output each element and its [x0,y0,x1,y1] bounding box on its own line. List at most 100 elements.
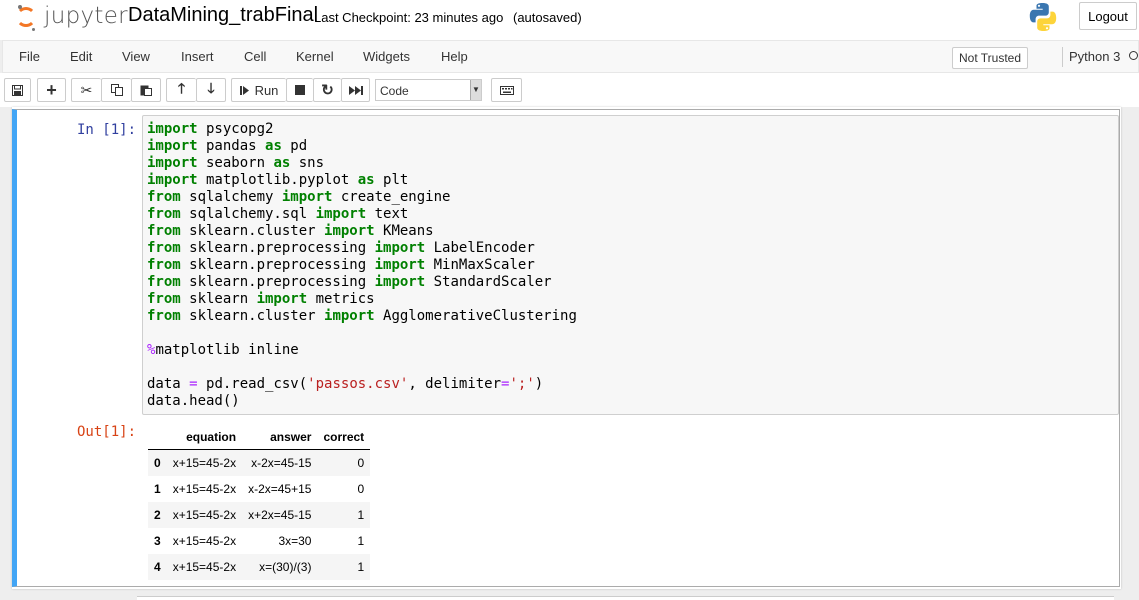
code-token: import [374,240,426,256]
menu-help[interactable]: Help [441,49,468,64]
next-cell-edge[interactable] [137,596,1114,600]
kernel-name: Python 3 [1069,49,1121,64]
plus-icon: + [46,80,57,100]
table-row: 3 x+15=45-2x 3x=30 1 [148,528,370,554]
cell-type-value: Code [380,84,409,98]
code-token: ';' [509,376,535,392]
notebook-container: In [1]: import psycopg2 import pandas as… [0,107,1139,599]
run-button[interactable]: Run [231,78,286,102]
code-line: from sklearn.preprocessing import Standa… [147,274,552,290]
code-line: %matplotlib inline [147,342,299,358]
cell-correct: 1 [357,508,365,522]
cell-equation: x+15=45-2x [172,456,237,470]
autosave-status: (autosaved) [513,10,582,25]
code-token: as [265,138,282,154]
column-header: equation [166,424,243,450]
kernel-idle-icon [1129,51,1138,60]
save-button[interactable] [4,78,31,102]
code-cell[interactable]: In [1]: import psycopg2 import pandas as… [12,109,1120,587]
code-token: from [147,189,181,205]
code-line: from sklearn.cluster import KMeans [147,223,434,239]
paste-button[interactable] [131,78,161,102]
restart-run-all-button[interactable] [341,78,370,102]
code-token: from [147,223,181,239]
stop-icon [295,85,305,95]
interrupt-button[interactable] [286,78,313,102]
keyboard-icon [499,85,514,95]
fast-forward-icon [348,85,363,95]
output-prompt: Out[1]: [77,424,137,440]
code-token: as [357,172,375,188]
dataframe-table: equation answer correct 0 x+15=45-2x x-2… [148,424,371,580]
code-token: import [147,155,198,171]
row-index: 0 [154,456,161,470]
menubar: File Edit View Insert Cell Kernel Widget… [2,40,1139,73]
code-line: data.head() [147,393,240,409]
code-line: data = pd.read_csv('passos.csv', delimit… [147,376,544,392]
cell-equation: x+15=45-2x [172,482,237,496]
step-forward-icon [239,85,249,95]
jupyter-logo[interactable]: jupyter [8,2,128,34]
cell-answer: x-2x=45+15 [248,482,312,496]
cell-correct: 0 [357,456,365,470]
table-row: 2 x+15=45-2x x+2x=45-15 1 [148,502,371,528]
table-row: 4 x+15=45-2x x=(30)/(3) 1 [148,554,371,580]
code-line: from sklearn import metrics [147,291,375,307]
cell-answer: x=(30)/(3) [259,560,312,574]
move-down-button[interactable]: 🡓 [196,78,226,102]
notebook-name[interactable]: DataMining_trabFinal [128,4,318,27]
cell-equation: x+15=45-2x [172,560,237,574]
menu-insert[interactable]: Insert [181,49,214,64]
cell-equation: x+15=45-2x [172,508,237,522]
restart-button[interactable]: ↻ [313,78,341,102]
column-header: answer [242,424,318,450]
code-token: import [324,308,375,324]
code-token: from [147,257,181,273]
menu-view[interactable]: View [122,49,150,64]
save-icon [12,84,23,96]
code-token: as [273,155,291,171]
menu-widgets[interactable]: Widgets [363,49,410,64]
code-token: from [147,206,181,222]
table-header-row: equation answer correct [148,424,371,450]
code-editor[interactable]: import psycopg2 import pandas as pd impo… [142,115,1119,415]
insert-cell-button[interactable]: + [37,78,66,102]
code-token: from [147,308,181,324]
command-palette-button[interactable] [491,78,522,102]
code-line: import pandas as pd [147,138,308,154]
copy-icon [110,84,123,96]
table-row: 1 x+15=45-2x x-2x=45+15 0 [148,476,370,502]
cell-correct: 1 [357,534,365,548]
python-logo-icon [1029,3,1057,32]
code-line: from sqlalchemy.sql import text [147,206,409,222]
move-up-button[interactable]: 🡑 [166,78,196,102]
cell-type-select[interactable]: Code ▼ [375,79,482,101]
divider [1062,47,1063,67]
logo-dot [32,28,35,31]
code-token: import [256,291,308,307]
code-text[interactable]: import psycopg2 import pandas as pd impo… [147,121,577,410]
code-line: import seaborn as sns [147,155,325,171]
code-token: import [281,189,333,205]
run-label: Run [254,82,279,98]
copy-button[interactable] [101,78,131,102]
code-token: % [147,342,156,358]
refresh-icon: ↻ [321,82,334,99]
menu-edit[interactable]: Edit [70,49,92,64]
code-token: import [147,121,198,137]
checkpoint-status: Last Checkpoint: 23 minutes ago [314,10,504,25]
row-index: 1 [154,482,161,496]
code-line: from sklearn.cluster import Agglomerativ… [147,308,577,324]
menu-kernel[interactable]: Kernel [296,49,334,64]
cell-answer: 3x=30 [278,534,312,548]
cut-button[interactable]: ✂ [71,78,101,102]
row-index: 4 [154,560,161,574]
code-token: 'passos.csv' [307,376,409,392]
menu-file[interactable]: File [19,49,40,64]
not-trusted-button[interactable]: Not Trusted [952,47,1029,69]
column-header: correct [317,424,371,450]
jupyter-logo-icon [16,7,36,27]
code-line: from sklearn.preprocessing import LabelE… [147,240,535,256]
logout-button[interactable]: Logout [1079,2,1137,30]
menu-cell[interactable]: Cell [244,49,266,64]
